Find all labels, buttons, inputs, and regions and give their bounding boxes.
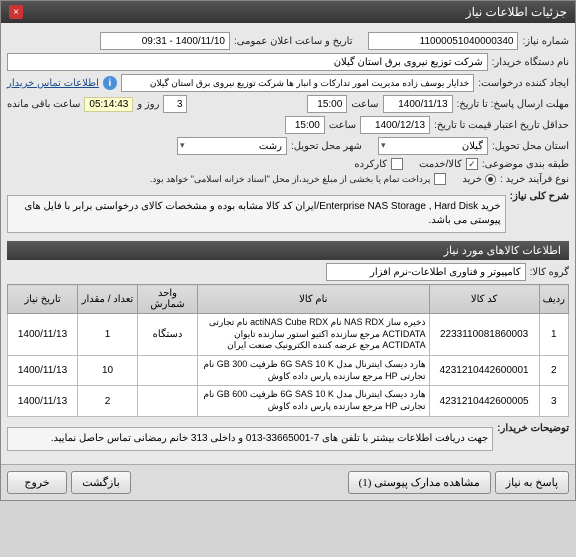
- time-left: 05:14:43: [84, 97, 133, 112]
- cell-idx: 3: [539, 386, 568, 416]
- deadline-label: مهلت ارسال پاسخ: تا تاریخ:: [457, 99, 569, 110]
- exit-button[interactable]: خروج: [7, 471, 67, 494]
- credit-time: 15:00: [285, 116, 325, 134]
- items-table: ردیف کد کالا نام کالا واحد شمارش تعداد /…: [7, 284, 569, 417]
- used-checkbox[interactable]: [391, 158, 403, 170]
- close-icon[interactable]: ×: [9, 5, 23, 19]
- col-name: نام کالا: [198, 285, 430, 314]
- credit-label: حداقل تاریخ اعتبار قیمت تا تاریخ:: [434, 120, 569, 131]
- info-icon[interactable]: i: [103, 76, 117, 90]
- cell-qty: 2: [78, 386, 138, 416]
- buyer-field: شرکت توزیع نیروی برق استان گیلان: [7, 53, 488, 71]
- dialog-window: جزئیات اطلاعات نیاز × شماره نیاز: 110000…: [0, 0, 576, 501]
- cell-unit: دستگاه: [138, 314, 198, 356]
- goods-check-label: كالا/خدمت: [419, 159, 462, 170]
- cell-date: 1400/11/13: [8, 356, 78, 386]
- cell-name: ذخیره ساز NAS RDX نام actiNAS Cube RDX ن…: [198, 314, 430, 356]
- process-label: نوع فرآیند خرید :: [500, 174, 569, 185]
- buyer-note-label: توضیحات خریدار:: [497, 423, 569, 434]
- days-left: 3: [163, 95, 187, 113]
- col-date: تاریخ نیاز: [8, 285, 78, 314]
- content-area: شماره نیاز: 11000051040000340 تاریخ و سا…: [1, 23, 575, 464]
- cell-idx: 1: [539, 314, 568, 356]
- time-left-label: ساعت باقی مانده: [7, 99, 80, 110]
- cell-name: هارد دیسک اینترنال مدل 6G SAS 10 K ظرفیت…: [198, 356, 430, 386]
- buyer-note-box: جهت دریافت اطلاعات بیشتر با تلفن های 7-3…: [7, 427, 493, 451]
- col-unit: واحد شمارش: [138, 285, 198, 314]
- cell-unit: [138, 386, 198, 416]
- contact-link[interactable]: اطلاعات تماس خریدار: [7, 78, 99, 89]
- titlebar: جزئیات اطلاعات نیاز ×: [1, 1, 575, 23]
- window-title: جزئیات اطلاعات نیاز: [466, 5, 567, 19]
- time-label-2: ساعت: [329, 120, 356, 131]
- group-field: کامپیوتر و فناوری اطلاعات-نرم افزار: [326, 263, 526, 281]
- cell-code: 2233110081860003: [429, 314, 539, 356]
- province-combo[interactable]: گیلان: [378, 137, 488, 155]
- payment-checkbox[interactable]: [434, 173, 446, 185]
- used-check-label: کارکرده: [354, 159, 387, 170]
- deadline-time: 15:00: [307, 95, 347, 113]
- goods-checkbox[interactable]: ✓: [466, 158, 478, 170]
- cell-code: 4231210442600005: [429, 386, 539, 416]
- desc-title: شرح کلی نیاز:: [510, 191, 569, 202]
- cell-unit: [138, 356, 198, 386]
- cell-date: 1400/11/13: [8, 386, 78, 416]
- cell-name: هارد دیسک اینترنال مدل 6G SAS 10 K ظرفیت…: [198, 386, 430, 416]
- cell-code: 4231210442600001: [429, 356, 539, 386]
- process-option: خرید: [462, 174, 482, 185]
- desc-box: خرید Enterprise NAS Storage , Hard Disk/…: [7, 195, 506, 233]
- footer-buttons: پاسخ به نیاز مشاهده مدارک پیوستی (1) باز…: [1, 464, 575, 500]
- payment-note: پرداخت تمام یا بخشی از مبلغ خرید،از محل …: [150, 174, 430, 185]
- announce-field: 1400/11/10 - 09:31: [100, 32, 230, 50]
- day-label: روز و: [137, 99, 159, 110]
- back-button[interactable]: بازگشت: [71, 471, 131, 494]
- category-label: طبقه بندی موضوعی:: [482, 159, 569, 170]
- attachments-button[interactable]: مشاهده مدارک پیوستی (1): [348, 471, 491, 494]
- requester-field: خدایار یوسف زاده مدیریت امور تدارکات و ا…: [121, 74, 474, 92]
- buyer-label: نام دستگاه خریدار:: [492, 57, 569, 68]
- table-row[interactable]: 24231210442600001هارد دیسک اینترنال مدل …: [8, 356, 569, 386]
- col-qty: تعداد / مقدار: [78, 285, 138, 314]
- table-row[interactable]: 34231210442600005هارد دیسک اینترنال مدل …: [8, 386, 569, 416]
- credit-date: 1400/12/13: [360, 116, 430, 134]
- deadline-date: 1400/11/13: [383, 95, 453, 113]
- col-code: کد کالا: [429, 285, 539, 314]
- city-combo[interactable]: رشت: [177, 137, 287, 155]
- table-header-row: ردیف کد کالا نام کالا واحد شمارش تعداد /…: [8, 285, 569, 314]
- goods-section-header: اطلاعات کالاهای مورد نیاز: [7, 241, 569, 260]
- city-label: شهر محل تحویل:: [291, 141, 362, 152]
- requester-label: ایجاد کننده درخواست:: [478, 78, 569, 89]
- need-no-label: شماره نیاز:: [522, 36, 569, 47]
- time-label-1: ساعت: [351, 99, 378, 110]
- announce-label: تاریخ و ساعت اعلان عمومی:: [234, 36, 353, 47]
- group-label: گروه کالا:: [530, 267, 569, 278]
- cell-date: 1400/11/13: [8, 314, 78, 356]
- need-no-field: 11000051040000340: [368, 32, 518, 50]
- cell-qty: 10: [78, 356, 138, 386]
- reply-button[interactable]: پاسخ به نیاز: [495, 471, 569, 494]
- cell-idx: 2: [539, 356, 568, 386]
- cell-qty: 1: [78, 314, 138, 356]
- province-label: استان محل تحویل:: [492, 141, 569, 152]
- col-idx: ردیف: [539, 285, 568, 314]
- process-radio[interactable]: [485, 174, 496, 185]
- table-row[interactable]: 12233110081860003ذخیره ساز NAS RDX نام a…: [8, 314, 569, 356]
